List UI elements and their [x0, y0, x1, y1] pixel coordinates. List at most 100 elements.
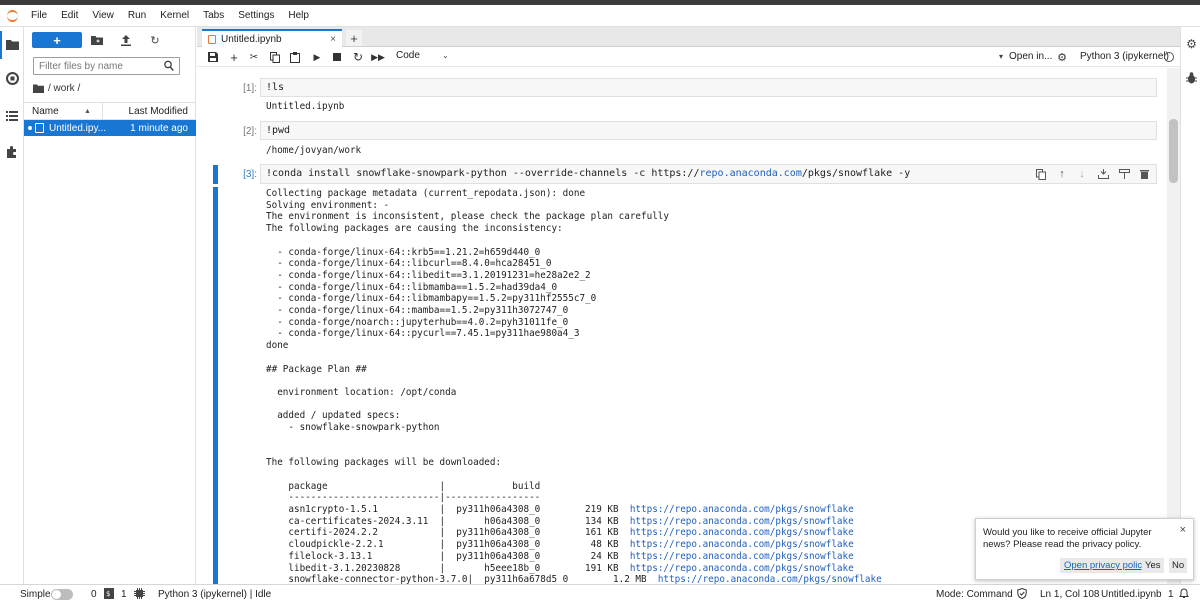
close-toast-icon[interactable]: × — [1180, 524, 1186, 536]
trusted-shield-icon[interactable] — [1017, 587, 1027, 602]
status-bar: Simple 0 $ 1 Python 3 (ipykernel) | Idle… — [0, 584, 1200, 602]
breadcrumb-path: / work / — [48, 83, 81, 94]
kernel-status-text[interactable]: Python 3 (ipykernel) | Idle — [158, 589, 271, 600]
menu-help[interactable]: Help — [281, 5, 316, 27]
kernel-settings-gear-icon[interactable]: ⚙ — [1055, 50, 1069, 64]
move-cell-down-icon[interactable]: ↓ — [1075, 167, 1089, 181]
interrupt-kernel-icon[interactable] — [330, 50, 344, 64]
cursor-position[interactable]: Ln 1, Col 108 — [1040, 589, 1100, 600]
cut-icon[interactable]: ✂ — [247, 50, 261, 64]
insert-cell-icon[interactable]: + — [227, 50, 241, 65]
notebook-cells: [1]: !ls Untitled.ipynb [2]: !pwd /home/… — [197, 68, 1167, 584]
restart-run-all-icon[interactable]: ▶▶ — [371, 50, 385, 64]
cell-3-input-suffix: /pkgs/snowflake -y — [801, 168, 911, 179]
column-modified-header[interactable]: Last Modified — [129, 106, 188, 117]
scrollbar-thumb[interactable] — [1169, 119, 1178, 183]
copy-icon[interactable] — [268, 50, 282, 64]
duplicate-cell-icon[interactable] — [1034, 167, 1048, 181]
package-url[interactable]: https://repo.anaconda.com/pkgs/snowflake — [630, 504, 854, 515]
current-file-name: Untitled.ipynb — [1101, 589, 1162, 600]
terminal-count[interactable]: 0 — [91, 589, 97, 600]
package-url[interactable]: https://repo.anaconda.com/pkgs/snowflake — [630, 563, 854, 574]
cell-type-select[interactable]: Code ⌄ — [396, 50, 449, 61]
file-modified: 1 minute ago — [130, 122, 188, 134]
cell-3-output-collapser[interactable] — [213, 187, 218, 584]
package-info: filelock-3.13.1 | py311h06a4308_0 24 KB — [266, 550, 630, 562]
package-row: filelock-3.13.1 | py311h06a4308_0 24 KB … — [266, 551, 882, 563]
cell-3-input-url: repo.anaconda.com — [699, 168, 802, 179]
running-kernels-icon[interactable] — [5, 71, 19, 85]
insert-cell-below-icon[interactable] — [1117, 167, 1131, 181]
package-info: snowflake-connector-python-3.7.0| py311h… — [266, 574, 658, 584]
notebook-scrollbar[interactable] — [1167, 68, 1180, 584]
package-url[interactable]: https://repo.anaconda.com/pkgs/snowflake — [658, 574, 882, 584]
package-info: asn1crypto-1.5.1 | py311h06a4308_0 219 K… — [266, 504, 630, 515]
tab-untitled-notebook[interactable]: Untitled.ipynb × — [202, 29, 342, 47]
menu-edit[interactable]: Edit — [54, 5, 85, 27]
breadcrumb[interactable]: / work / — [33, 83, 80, 94]
debugger-bug-icon[interactable] — [1185, 71, 1198, 84]
cell-3-prompt: [3]: — [243, 169, 257, 180]
toast-no-button[interactable]: No — [1169, 558, 1188, 573]
menu-view[interactable]: View — [85, 5, 121, 27]
package-url[interactable]: https://repo.anaconda.com/pkgs/snowflake — [630, 516, 854, 527]
tab-label: Untitled.ipynb — [221, 33, 282, 45]
output-line: Collecting package metadata (current_rep… — [266, 188, 586, 199]
cell-1-input[interactable]: !ls — [260, 78, 1157, 97]
new-launcher-button[interactable]: + — [32, 32, 82, 48]
cell-2-output: /home/jovyan/work — [266, 145, 362, 156]
package-url[interactable]: https://repo.anaconda.com/pkgs/snowflake — [630, 527, 854, 538]
open-privacy-policy-button[interactable]: Open privacy policy — [1060, 558, 1151, 573]
save-icon[interactable] — [206, 50, 220, 64]
simple-mode-toggle[interactable] — [51, 589, 73, 600]
property-inspector-gear-icon[interactable]: ⚙ — [1185, 37, 1198, 51]
package-info: cloudpickle-2.2.1 | py311h06a4308_0 48 K… — [266, 539, 630, 551]
run-cell-icon[interactable]: ▶ — [310, 50, 324, 64]
menu-kernel[interactable]: Kernel — [153, 5, 196, 27]
bell-icon[interactable] — [1179, 588, 1189, 602]
delete-cell-icon[interactable] — [1137, 167, 1151, 181]
close-tab-icon[interactable]: × — [330, 34, 336, 45]
upload-icon[interactable] — [119, 33, 133, 47]
open-in-button[interactable]: Open in... — [1009, 51, 1052, 62]
cell-2-input[interactable]: !pwd — [260, 121, 1157, 140]
mode-indicator: Mode: Command — [936, 589, 1013, 600]
menu-tabs[interactable]: Tabs — [196, 5, 231, 27]
new-tab-button[interactable]: + — [346, 30, 362, 46]
tab-bar: Untitled.ipynb × + — [197, 27, 1180, 47]
folder-icon[interactable] — [5, 37, 19, 51]
package-url[interactable]: https://repo.anaconda.com/pkgs/snowflake — [630, 551, 854, 562]
refresh-icon[interactable]: ↻ — [148, 33, 162, 47]
extensions-puzzle-icon[interactable] — [5, 145, 19, 159]
file-list-item[interactable]: Untitled.ipy... 1 minute ago — [24, 120, 196, 136]
cell-3-input-collapser[interactable] — [213, 165, 218, 184]
new-folder-icon[interactable] — [90, 33, 104, 47]
menu-run[interactable]: Run — [121, 5, 153, 27]
output-line: added / updated specs: — [266, 410, 401, 422]
notification-count[interactable]: 1 — [1168, 589, 1174, 600]
filter-placeholder: Filter files by name — [39, 60, 123, 72]
package-row: asn1crypto-1.5.1 | py311h06a4308_0 219 K… — [266, 504, 882, 516]
toast-yes-button[interactable]: Yes — [1142, 558, 1164, 573]
paste-icon[interactable] — [288, 50, 302, 64]
cell-3-input[interactable]: !conda install snowflake-snowpark-python… — [260, 164, 1157, 184]
restart-kernel-icon[interactable]: ↻ — [351, 50, 365, 64]
move-cell-up-icon[interactable]: ↑ — [1055, 167, 1069, 181]
output-line: - conda-forge/linux-64::pycurl==7.45.1=p… — [266, 328, 580, 340]
left-activity-bar — [0, 27, 24, 584]
menu-settings[interactable]: Settings — [231, 5, 281, 27]
file-filter-input[interactable]: Filter files by name — [33, 57, 180, 75]
kernel-name-button[interactable]: Python 3 (ipykernel) — [1080, 51, 1169, 62]
column-name-header[interactable]: Name — [32, 106, 59, 117]
chevron-down-icon: ⌄ — [442, 51, 449, 60]
output-line: package | build — [266, 480, 541, 492]
output-line: The environment is inconsistent, please … — [266, 211, 669, 223]
package-url[interactable]: https://repo.anaconda.com/pkgs/snowflake — [630, 539, 854, 550]
table-of-contents-icon[interactable] — [5, 109, 19, 123]
menu-file[interactable]: File — [24, 5, 54, 27]
insert-cell-above-icon[interactable] — [1096, 167, 1110, 181]
output-line: ---------------------------|------------… — [266, 492, 541, 504]
package-row: libedit-3.1.20230828 | h5eee18b_0 191 KB… — [266, 563, 882, 575]
kernel-count[interactable]: 1 — [121, 589, 127, 600]
